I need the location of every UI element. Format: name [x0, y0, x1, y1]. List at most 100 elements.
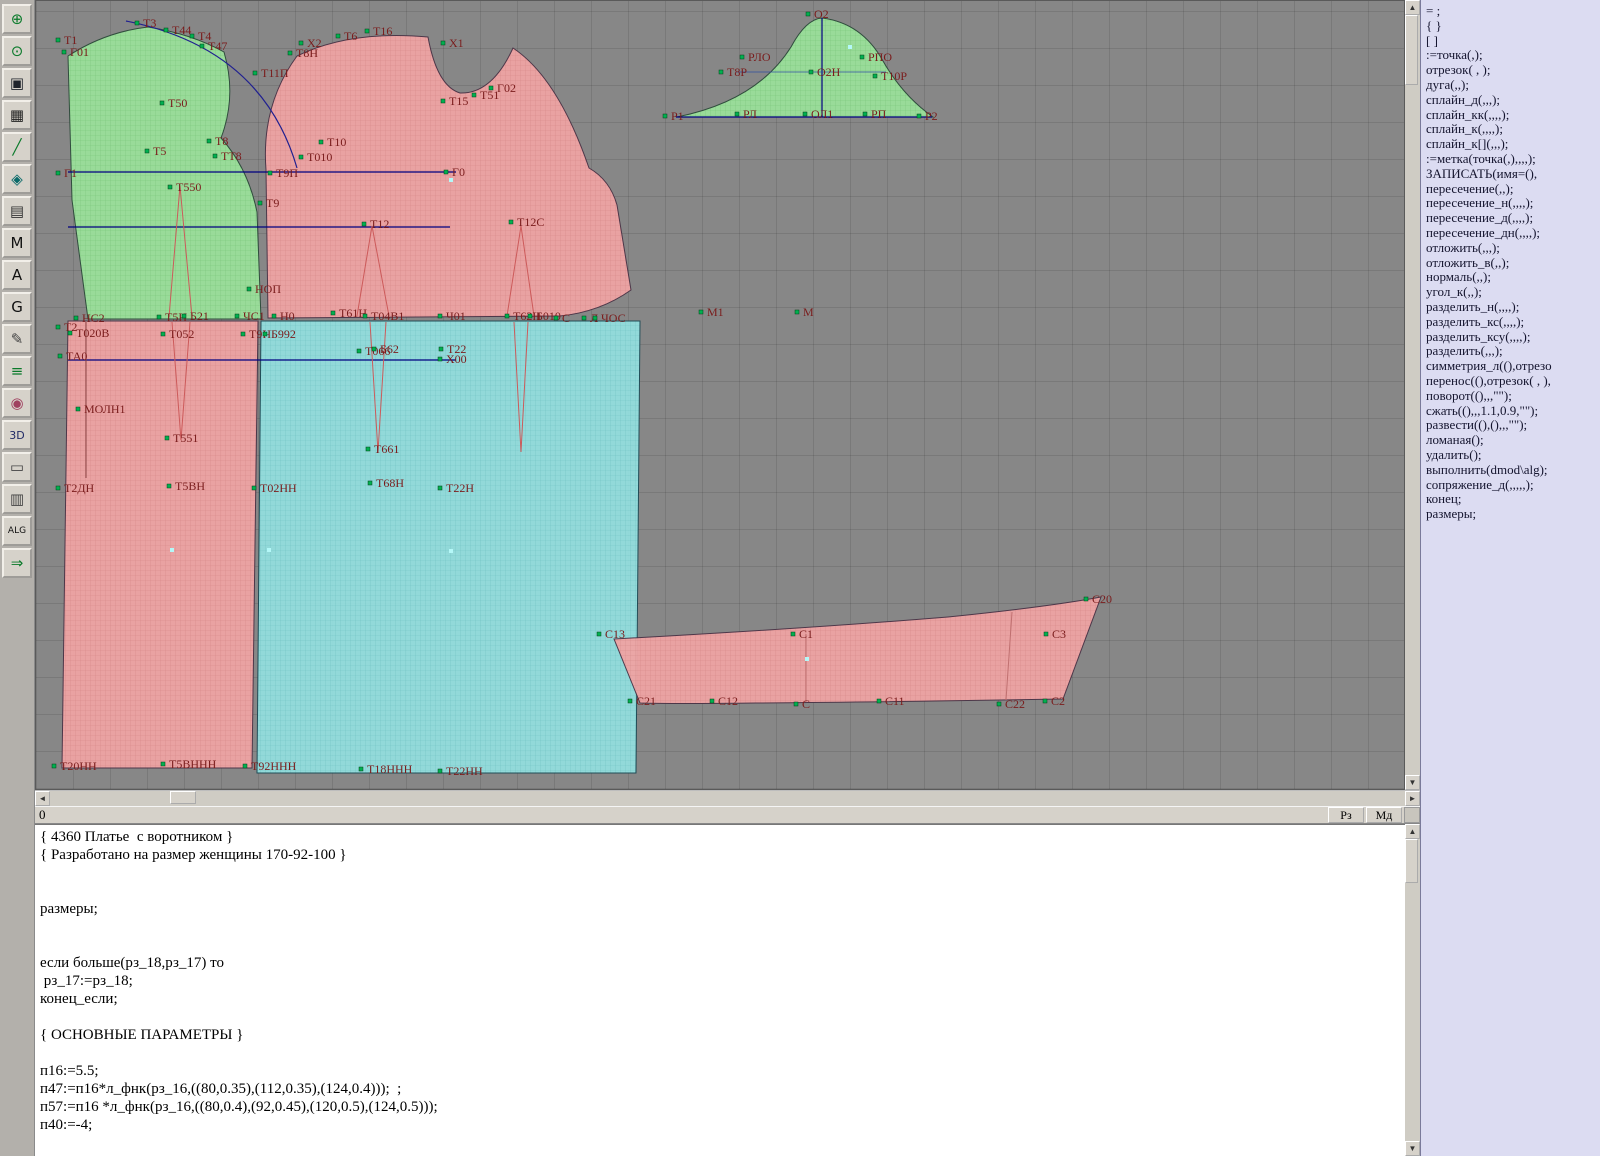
editor-line[interactable]: { ОСНОВНЫЕ ПАРАМЕТРЫ } [40, 1026, 1405, 1044]
editor-line[interactable]: размеры; [40, 900, 1405, 918]
editor-line[interactable]: п47:=п16*л_фнк(рз_16,((80,0.35),(112,0.3… [40, 1080, 1405, 1098]
point-marker[interactable] [359, 767, 363, 771]
point-marker[interactable] [663, 114, 667, 118]
point-marker[interactable] [699, 310, 703, 314]
point-marker[interactable] [272, 314, 276, 318]
point-marker[interactable] [160, 101, 164, 105]
scroll-up-icon[interactable]: ▲ [1405, 0, 1420, 15]
point-marker[interactable] [597, 632, 601, 636]
point-marker[interactable] [719, 70, 723, 74]
editor-line[interactable]: рз_17:=рз_18; [40, 972, 1405, 990]
scroll-down-icon[interactable]: ▼ [1405, 775, 1420, 790]
command-item[interactable]: сжать((),,,1.1,0.9,""); [1426, 404, 1600, 419]
point-marker[interactable] [803, 112, 807, 116]
point-marker[interactable] [710, 699, 714, 703]
command-item[interactable]: разделить_ксу(,,,,); [1426, 330, 1600, 345]
point-marker[interactable] [241, 332, 245, 336]
zoom-in-icon[interactable]: ⊕ [2, 4, 32, 34]
point-marker[interactable] [56, 486, 60, 490]
command-item[interactable]: отложить(,,,); [1426, 241, 1600, 256]
canvas-vertical-scrollbar[interactable]: ▲ ▼ [1405, 0, 1420, 790]
point-marker[interactable] [509, 220, 513, 224]
text-tool-icon[interactable]: A [2, 260, 32, 290]
point-marker[interactable] [168, 185, 172, 189]
alg-icon[interactable]: ALG [2, 516, 32, 546]
command-item[interactable]: угол_к(,,); [1426, 285, 1600, 300]
command-item[interactable]: выполнить(dmod\alg); [1426, 463, 1600, 478]
point-marker[interactable] [56, 38, 60, 42]
point-marker[interactable] [740, 55, 744, 59]
point-marker[interactable] [1043, 699, 1047, 703]
command-item[interactable]: ломаная(); [1426, 433, 1600, 448]
point-marker[interactable] [472, 93, 476, 97]
point-marker[interactable] [362, 222, 366, 226]
run-icon[interactable]: ⇒ [2, 548, 32, 578]
point-marker[interactable] [366, 447, 370, 451]
editor-line[interactable]: { Разработано на размер женщины 170-92-1… [40, 846, 1405, 864]
command-item[interactable]: сплайн_к[](,,,); [1426, 137, 1600, 152]
photo-icon[interactable]: ◉ [2, 388, 32, 418]
point-marker[interactable] [438, 486, 442, 490]
point-marker[interactable] [235, 314, 239, 318]
command-item[interactable]: :=точка(,); [1426, 48, 1600, 63]
point-marker[interactable] [161, 332, 165, 336]
point-marker[interactable] [1044, 632, 1048, 636]
point-marker[interactable] [489, 86, 493, 90]
scroll-left-icon[interactable]: ◄ [35, 791, 50, 806]
point-marker[interactable] [582, 316, 586, 320]
editor-scroll-down-icon[interactable]: ▼ [1405, 1141, 1420, 1156]
point-marker[interactable] [52, 764, 56, 768]
point-marker[interactable] [76, 407, 80, 411]
command-item[interactable]: дуга(,,); [1426, 78, 1600, 93]
command-item[interactable]: развести((),(),,,""); [1426, 418, 1600, 433]
editor-line[interactable]: п40:=-4; [40, 1116, 1405, 1134]
point-marker[interactable] [917, 114, 921, 118]
point-marker[interactable] [58, 354, 62, 358]
command-item[interactable]: сплайн_кк(,,,,); [1426, 108, 1600, 123]
editor-vertical-scrollbar[interactable]: ▲ ▼ [1405, 824, 1420, 1156]
canvas-hscroll-track[interactable] [50, 791, 1405, 806]
point-marker[interactable] [207, 139, 211, 143]
editor-line[interactable] [40, 864, 1405, 882]
md-button[interactable]: Мд [1366, 807, 1402, 823]
rz-button[interactable]: Рз [1328, 807, 1364, 823]
point-marker[interactable] [809, 70, 813, 74]
command-item[interactable]: = ; [1426, 4, 1600, 19]
point-marker[interactable] [165, 436, 169, 440]
command-item[interactable]: пересечение_дн(,,,,); [1426, 226, 1600, 241]
point-marker[interactable] [372, 347, 376, 351]
point-marker[interactable] [331, 311, 335, 315]
point-marker[interactable] [253, 71, 257, 75]
editor-line[interactable]: п16:=5.5; [40, 1062, 1405, 1080]
command-item[interactable]: пересечение_д(,,,,); [1426, 211, 1600, 226]
sheet-icon[interactable]: ▭ [2, 452, 32, 482]
point-marker[interactable] [863, 112, 867, 116]
point-marker[interactable] [368, 481, 372, 485]
point-marker[interactable] [365, 29, 369, 33]
editor-line[interactable]: п57:=п16 *л_фнк(рз_16,((80,0.4),(92,0.45… [40, 1098, 1405, 1116]
zoom-icon[interactable]: ⊙ [2, 36, 32, 66]
point-marker[interactable] [357, 349, 361, 353]
point-marker[interactable] [258, 201, 262, 205]
point-marker[interactable] [444, 170, 448, 174]
point-marker[interactable] [438, 769, 442, 773]
three-d-icon[interactable]: 3D [2, 420, 32, 450]
point-marker[interactable] [593, 316, 597, 320]
point-marker[interactable] [288, 51, 292, 55]
editor-line[interactable]: { 4360 Платье с воротником } [40, 828, 1405, 846]
command-item[interactable]: перенос((),отрезок( , ), [1426, 374, 1600, 389]
point-marker[interactable] [135, 21, 139, 25]
canvas-vscroll-thumb[interactable] [1405, 15, 1418, 85]
point-marker[interactable] [157, 315, 161, 319]
piece-back-bodice[interactable] [68, 27, 261, 319]
editor-line[interactable] [40, 1044, 1405, 1062]
piece-center-skirt[interactable] [257, 321, 640, 773]
piece-waist-band[interactable] [614, 597, 1101, 704]
command-item[interactable]: разделить_н(,,,,); [1426, 300, 1600, 315]
point-marker[interactable] [336, 34, 340, 38]
pattern-canvas[interactable]: Т1Г01Т3Т44Т4Т47Т50Т5Т8ТТ8Г1Т550Т9ПТ9Т11П… [35, 0, 1405, 790]
point-marker[interactable] [56, 171, 60, 175]
command-item[interactable]: сопряжение_д(,,,,,); [1426, 478, 1600, 493]
point-marker[interactable] [299, 155, 303, 159]
list-icon[interactable]: ≡ [2, 356, 32, 386]
